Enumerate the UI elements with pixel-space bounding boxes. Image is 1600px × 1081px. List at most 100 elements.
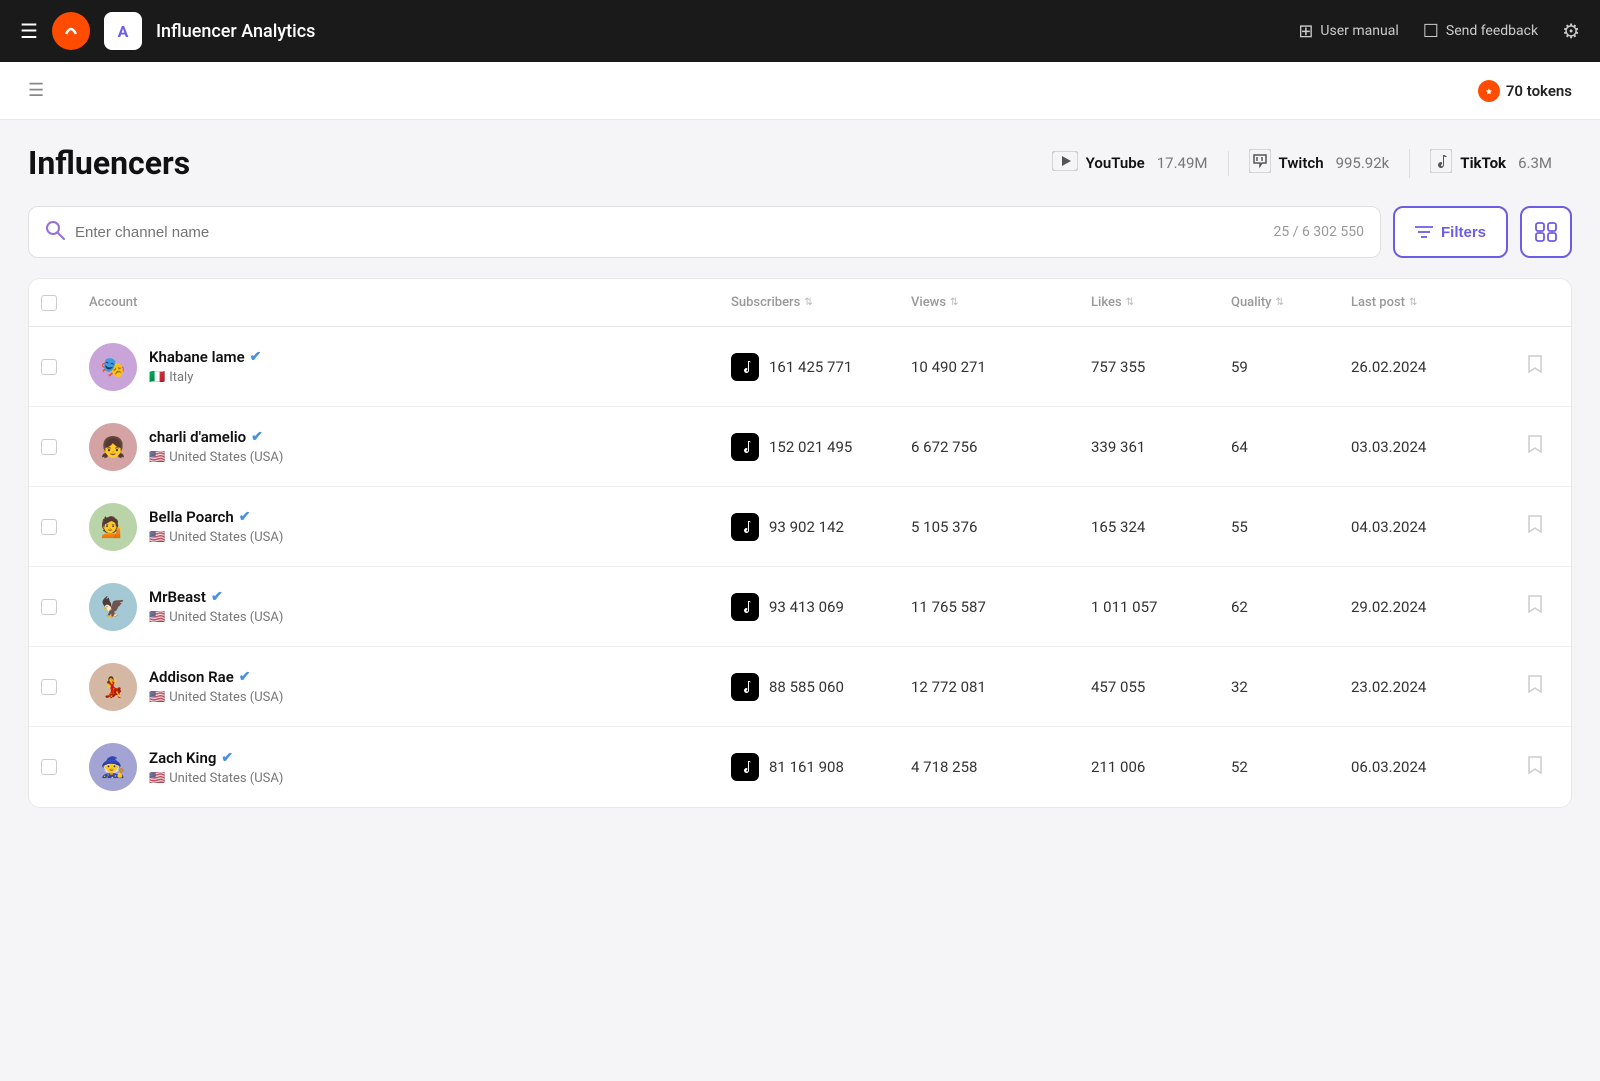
bookmark-button[interactable] [1527,354,1543,379]
likes-value: 1 011 057 [1091,598,1231,616]
settings-icon[interactable]: ⚙ [1562,19,1580,43]
twitch-icon [1249,149,1271,178]
row-checkbox[interactable] [41,679,89,695]
quality-value: 59 [1231,358,1351,376]
account-cell: 🦅 MrBeast ✔ 🇺🇸 United States (USA) [89,583,731,631]
subscribers-value: 88 585 060 [769,678,844,696]
account-country: 🇮🇹 Italy [149,370,261,385]
tiktok-platform-icon [731,433,759,461]
twitch-label: Twitch [1279,154,1324,172]
app-name: Influencer Analytics [156,21,1284,42]
platform-cell: 93 413 069 [731,593,911,621]
quality-value: 55 [1231,518,1351,536]
hamburger-menu[interactable]: ☰ [20,19,38,43]
quality-sort-icon: ⇅ [1276,297,1284,308]
row-checkbox[interactable] [41,519,89,535]
last-post-sort-icon: ⇅ [1409,297,1417,308]
th-subscribers[interactable]: Subscribers ⇅ [731,295,911,310]
th-likes[interactable]: Likes ⇅ [1091,295,1231,310]
row-checkbox[interactable] [41,359,89,375]
user-manual-btn[interactable]: ⊞ User manual [1298,21,1398,42]
account-name[interactable]: Addison Rae ✔ [149,668,283,686]
last-post-value: 06.03.2024 [1351,758,1511,776]
feedback-icon: ☐ [1423,21,1439,42]
flag-icon: 🇮🇹 [149,370,165,385]
account-country: 🇺🇸 United States (USA) [149,610,283,625]
platform-cell: 81 161 908 [731,753,911,781]
account-country: 🇺🇸 United States (USA) [149,690,283,705]
avatar: 👧 [89,423,137,471]
account-info: Zach King ✔ 🇺🇸 United States (USA) [149,749,283,786]
table-row: 🎭 Khabane lame ✔ 🇮🇹 Italy 161 425 771 [29,327,1571,407]
flag-icon: 🇺🇸 [149,450,165,465]
bookmark-button[interactable] [1527,594,1543,619]
avatar: 💃 [89,663,137,711]
subscribers-value: 161 425 771 [769,358,852,376]
platform-tiktok[interactable]: TikTok 6.3M [1410,149,1572,178]
select-all-checkbox[interactable] [41,295,57,311]
th-last-post[interactable]: Last post ⇅ [1351,295,1511,310]
account-cell: 💁 Bella Poarch ✔ 🇺🇸 United States (USA) [89,503,731,551]
filters-button[interactable]: Filters [1393,206,1508,258]
table-body: 🎭 Khabane lame ✔ 🇮🇹 Italy 161 425 771 [29,327,1571,807]
platform-youtube[interactable]: YouTube 17.49M [1032,151,1229,176]
avatar: 💁 [89,503,137,551]
search-input[interactable] [75,224,1274,241]
tiktok-label: TikTok [1460,154,1506,172]
table-row: 👧 charli d'amelio ✔ 🇺🇸 United States (US… [29,407,1571,487]
last-post-value: 03.03.2024 [1351,438,1511,456]
column-settings-button[interactable] [1520,206,1572,258]
account-info: Bella Poarch ✔ 🇺🇸 United States (USA) [149,508,283,545]
likes-value: 339 361 [1091,438,1231,456]
likes-value: 211 006 [1091,758,1231,776]
verified-badge: ✔ [211,589,223,605]
bookmark-button[interactable] [1527,434,1543,459]
likes-sort-icon: ⇅ [1126,297,1134,308]
tokens-icon [1478,80,1500,102]
account-info: Khabane lame ✔ 🇮🇹 Italy [149,348,261,385]
app-icon: A [104,12,142,50]
subscribers-value: 152 021 495 [769,438,852,456]
th-account[interactable]: Account [89,295,731,310]
views-value: 4 718 258 [911,758,1091,776]
platform-twitch[interactable]: Twitch 995.92k [1229,149,1411,178]
bookmark-button[interactable] [1527,755,1543,780]
tiktok-count: 6.3M [1518,154,1552,172]
verified-badge: ✔ [221,750,233,766]
quality-value: 64 [1231,438,1351,456]
views-value: 6 672 756 [911,438,1091,456]
account-name[interactable]: MrBeast ✔ [149,588,283,606]
semrush-logo [52,12,90,50]
account-name[interactable]: charli d'amelio ✔ [149,428,283,446]
bookmark-button[interactable] [1527,674,1543,699]
row-checkbox[interactable] [41,599,89,615]
account-name[interactable]: Bella Poarch ✔ [149,508,283,526]
account-name[interactable]: Zach King ✔ [149,749,283,767]
th-views[interactable]: Views ⇅ [911,295,1091,310]
account-name[interactable]: Khabane lame ✔ [149,348,261,366]
platform-stats: YouTube 17.49M Twitch 995.92k [1032,149,1572,178]
account-cell: 👧 charli d'amelio ✔ 🇺🇸 United States (US… [89,423,731,471]
row-checkbox[interactable] [41,439,89,455]
account-cell: 🧙 Zach King ✔ 🇺🇸 United States (USA) [89,743,731,791]
account-info: MrBeast ✔ 🇺🇸 United States (USA) [149,588,283,625]
avatar: 🎭 [89,343,137,391]
account-country: 🇺🇸 United States (USA) [149,771,283,786]
last-post-value: 04.03.2024 [1351,518,1511,536]
account-cell: 🎭 Khabane lame ✔ 🇮🇹 Italy [89,343,731,391]
youtube-icon [1052,151,1078,176]
quality-value: 62 [1231,598,1351,616]
tiktok-platform-icon [731,753,759,781]
sidebar-toggle[interactable]: ☰ [28,80,44,101]
twitch-count: 995.92k [1336,154,1390,172]
verified-badge: ✔ [250,349,262,365]
views-value: 12 772 081 [911,678,1091,696]
likes-value: 757 355 [1091,358,1231,376]
row-checkbox[interactable] [41,759,89,775]
last-post-value: 29.02.2024 [1351,598,1511,616]
subscribers-sort-icon: ⇅ [804,297,812,308]
flag-icon: 🇺🇸 [149,690,165,705]
th-quality[interactable]: Quality ⇅ [1231,295,1351,310]
send-feedback-btn[interactable]: ☐ Send feedback [1423,21,1538,42]
bookmark-button[interactable] [1527,514,1543,539]
